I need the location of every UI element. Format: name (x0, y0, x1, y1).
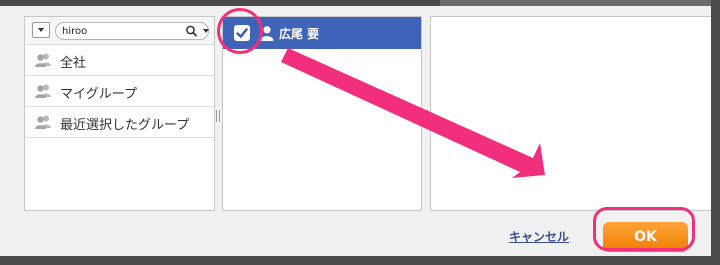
search-options-caret-icon[interactable] (203, 29, 209, 33)
group-panel: 全社 マイグループ 最近選択したグループ (24, 16, 215, 211)
selected-users-panel (430, 16, 711, 211)
panel-splitter[interactable] (216, 110, 220, 122)
group-item-label: 全社 (60, 56, 87, 71)
triangle-down-icon (38, 28, 44, 32)
bottom-frame-strip (0, 256, 720, 265)
group-item-company[interactable]: 全社 (25, 45, 214, 76)
search-bar (25, 17, 214, 45)
search-icon[interactable] (185, 25, 201, 37)
group-item-my-groups[interactable]: マイグループ (25, 76, 214, 107)
group-item-label: マイグループ (60, 87, 137, 102)
panel-splitter[interactable] (424, 110, 428, 122)
group-item-recent[interactable]: 最近選択したグループ (25, 107, 214, 138)
user-name: 広尾 要 (279, 27, 320, 41)
users-icon (35, 84, 51, 98)
group-list: 全社 マイグループ 最近選択したグループ (25, 45, 214, 138)
users-icon (35, 115, 51, 129)
ok-button-highlight (593, 207, 695, 251)
cancel-link[interactable]: キャンセル (509, 228, 569, 245)
right-frame-strip (711, 0, 720, 265)
checkbox-highlight-circle (217, 8, 263, 54)
users-icon (35, 53, 51, 67)
group-item-label: 最近選択したグループ (60, 118, 190, 133)
group-dropdown-button[interactable] (32, 22, 50, 38)
